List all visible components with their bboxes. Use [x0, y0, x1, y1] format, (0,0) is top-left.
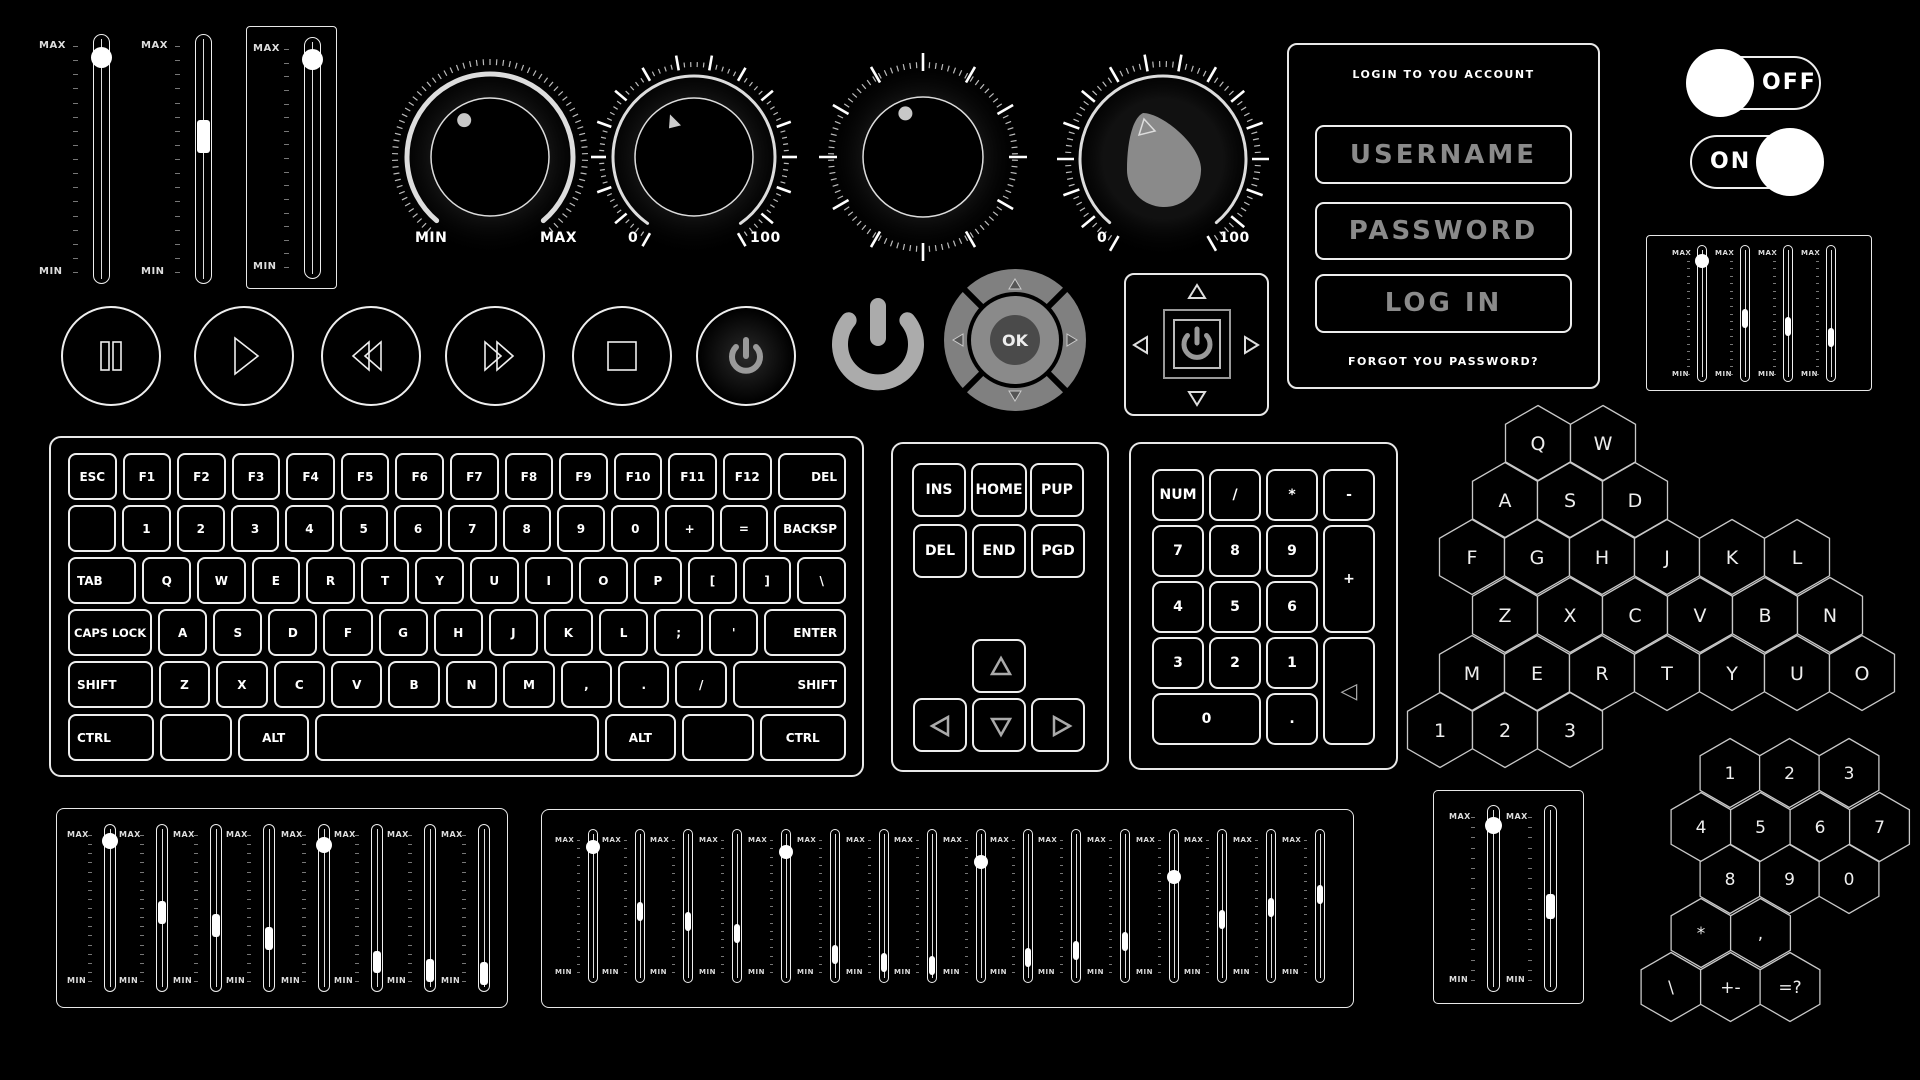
hex-key-label: L [1792, 547, 1803, 569]
hex-key-label: , [1758, 924, 1763, 944]
hex-key-label: =? [1778, 978, 1801, 998]
hex-key-label: V [1694, 605, 1707, 627]
hex-key-label: 5 [1755, 818, 1766, 838]
hex-key-label: T [1660, 663, 1673, 685]
hex-keyboards: Q W A S D F G H J K L Z X C V B N M E R T Y U O 1 2 3 1 2 3 4 5 6 7 8 9 0 * , \… [1406, 404, 1911, 1023]
hex-key-label: Y [1725, 663, 1738, 685]
hex-key-label: D [1628, 490, 1643, 512]
hex-key-label: R [1595, 663, 1608, 685]
hex-key-label: 1 [1434, 720, 1446, 742]
hex-key-label: Q [1531, 433, 1546, 455]
hex-key-label: Z [1498, 605, 1511, 627]
hex-key-label: A [1499, 490, 1512, 512]
hex-key-label: W [1594, 433, 1613, 455]
hex-key-label: B [1758, 605, 1771, 627]
hex-key-label: O [1855, 663, 1870, 685]
hex-key-label: N [1823, 605, 1837, 627]
hex-key-label: 7 [1874, 818, 1885, 838]
hex-key-label: E [1531, 663, 1543, 685]
hex-key-label: 2 [1499, 720, 1511, 742]
hex-key-label: 3 [1844, 764, 1855, 784]
hex-key-label: J [1663, 547, 1670, 569]
hex-key-label: * [1697, 924, 1706, 944]
hex-key-label: K [1726, 547, 1739, 569]
hex-key-label: G [1530, 547, 1545, 569]
hex-key-label: 8 [1725, 870, 1736, 890]
hex-key-label: U [1790, 663, 1804, 685]
hex-key-label: 6 [1815, 818, 1826, 838]
hex-key-label: C [1628, 605, 1641, 627]
hex-key-label: +- [1720, 978, 1740, 998]
hex-key-label: 4 [1696, 818, 1707, 838]
hex-key-label: 3 [1564, 720, 1576, 742]
hex-key-label: H [1595, 547, 1609, 569]
hex-key-label: X [1563, 605, 1576, 627]
hex-key-label: 9 [1784, 870, 1795, 890]
hex-key-label: 2 [1784, 764, 1795, 784]
hex-key-label: 1 [1725, 764, 1736, 784]
hex-key-label: S [1564, 490, 1576, 512]
hex-key-label: 0 [1844, 870, 1855, 890]
hex-key-label: \ [1668, 978, 1674, 998]
hex-key-label: F [1467, 547, 1478, 569]
hex-key-label: M [1464, 663, 1480, 685]
